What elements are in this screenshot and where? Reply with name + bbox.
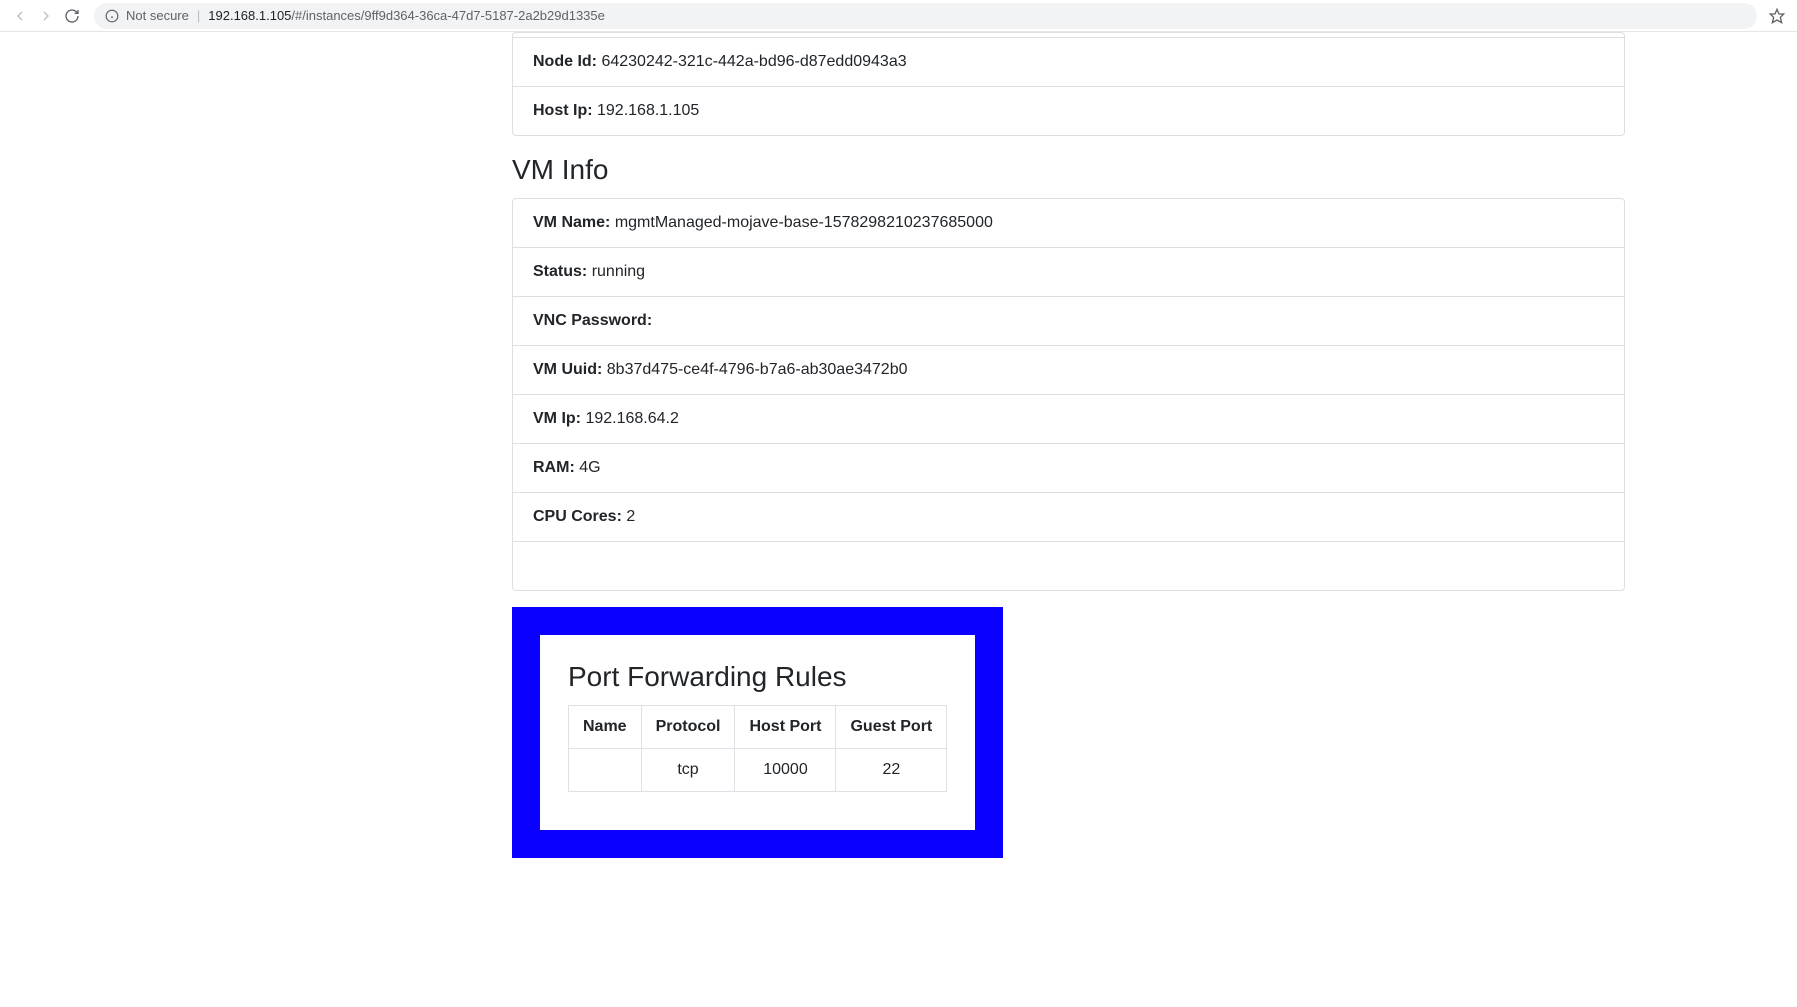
- not-secure-label: Not secure: [126, 8, 189, 23]
- list-item: RAM: 4G: [513, 443, 1624, 492]
- list-item: VNC Password:: [513, 296, 1624, 345]
- port-rules-table: Name Protocol Host Port Guest Port tcp 1…: [568, 705, 947, 792]
- browser-toolbar: Not secure | 192.168.1.105/#/instances/9…: [0, 0, 1797, 32]
- field-label: Created:: [533, 33, 598, 37]
- field-label: CPU Cores:: [533, 508, 622, 525]
- url-path: /#/instances/9ff9d364-36ca-47d7-5187-2a2…: [291, 8, 604, 23]
- list-item: CPU Cores: 2: [513, 492, 1624, 541]
- reload-icon[interactable]: [60, 4, 84, 28]
- back-icon[interactable]: [8, 4, 32, 28]
- field-value: [533, 557, 537, 574]
- list-item: VM Uuid: 8b37d475-ce4f-4796-b7a6-ab30ae3…: [513, 345, 1624, 394]
- field-value: mgmtManaged-mojave-base-1578298210237685…: [615, 214, 993, 231]
- vm-info-list: VM Name: mgmtManaged-mojave-base-1578298…: [512, 198, 1625, 591]
- list-item: VM Name: mgmtManaged-mojave-base-1578298…: [513, 199, 1624, 247]
- col-guest-port: Guest Port: [836, 706, 947, 749]
- field-value: Monday, January 6, 2020 at 10:10:07 AM G…: [598, 33, 979, 37]
- field-value: running: [592, 263, 645, 280]
- list-item: [513, 541, 1624, 590]
- col-protocol: Protocol: [641, 706, 735, 749]
- field-label: Host Ip:: [533, 102, 593, 119]
- field-value: 2: [626, 508, 635, 525]
- field-label: VM Ip:: [533, 410, 581, 427]
- field-value: 192.168.64.2: [585, 410, 678, 427]
- port-forwarding-highlight: Port Forwarding Rules Name Protocol Host…: [512, 607, 1003, 858]
- col-host-port: Host Port: [735, 706, 836, 749]
- field-label: RAM:: [533, 459, 575, 476]
- url-host: 192.168.1.105: [208, 8, 291, 23]
- list-item: Node Id: 64230242-321c-442a-bd96-d87edd0…: [513, 37, 1624, 86]
- cell-guest-port: 22: [836, 749, 947, 792]
- field-value: 192.168.1.105: [597, 102, 699, 119]
- forward-icon[interactable]: [34, 4, 58, 28]
- address-separator: |: [197, 8, 200, 23]
- instance-info-list: Created: Monday, January 6, 2020 at 10:1…: [512, 32, 1625, 136]
- list-item: Status: running: [513, 247, 1624, 296]
- field-label: VNC Password:: [533, 312, 652, 329]
- section-title-vm-info: VM Info: [512, 154, 1625, 186]
- list-item: VM Ip: 192.168.64.2: [513, 394, 1624, 443]
- field-label: Status:: [533, 263, 587, 280]
- address-bar[interactable]: Not secure | 192.168.1.105/#/instances/9…: [94, 3, 1757, 29]
- info-icon: [104, 8, 120, 24]
- col-name: Name: [569, 706, 642, 749]
- bookmark-icon[interactable]: [1765, 4, 1789, 28]
- field-label: VM Uuid:: [533, 361, 602, 378]
- field-label: VM Name:: [533, 214, 610, 231]
- cell-name: [569, 749, 642, 792]
- cell-host-port: 10000: [735, 749, 836, 792]
- section-title-port-rules: Port Forwarding Rules: [568, 661, 947, 693]
- table-header-row: Name Protocol Host Port Guest Port: [569, 706, 947, 749]
- field-label: Node Id:: [533, 53, 597, 70]
- field-value: 4G: [579, 459, 600, 476]
- field-value: 64230242-321c-442a-bd96-d87edd0943a3: [601, 53, 906, 70]
- cell-protocol: tcp: [641, 749, 735, 792]
- list-item: Host Ip: 192.168.1.105: [513, 86, 1624, 135]
- field-value: 8b37d475-ce4f-4796-b7a6-ab30ae3472b0: [607, 361, 908, 378]
- table-row: tcp 10000 22: [569, 749, 947, 792]
